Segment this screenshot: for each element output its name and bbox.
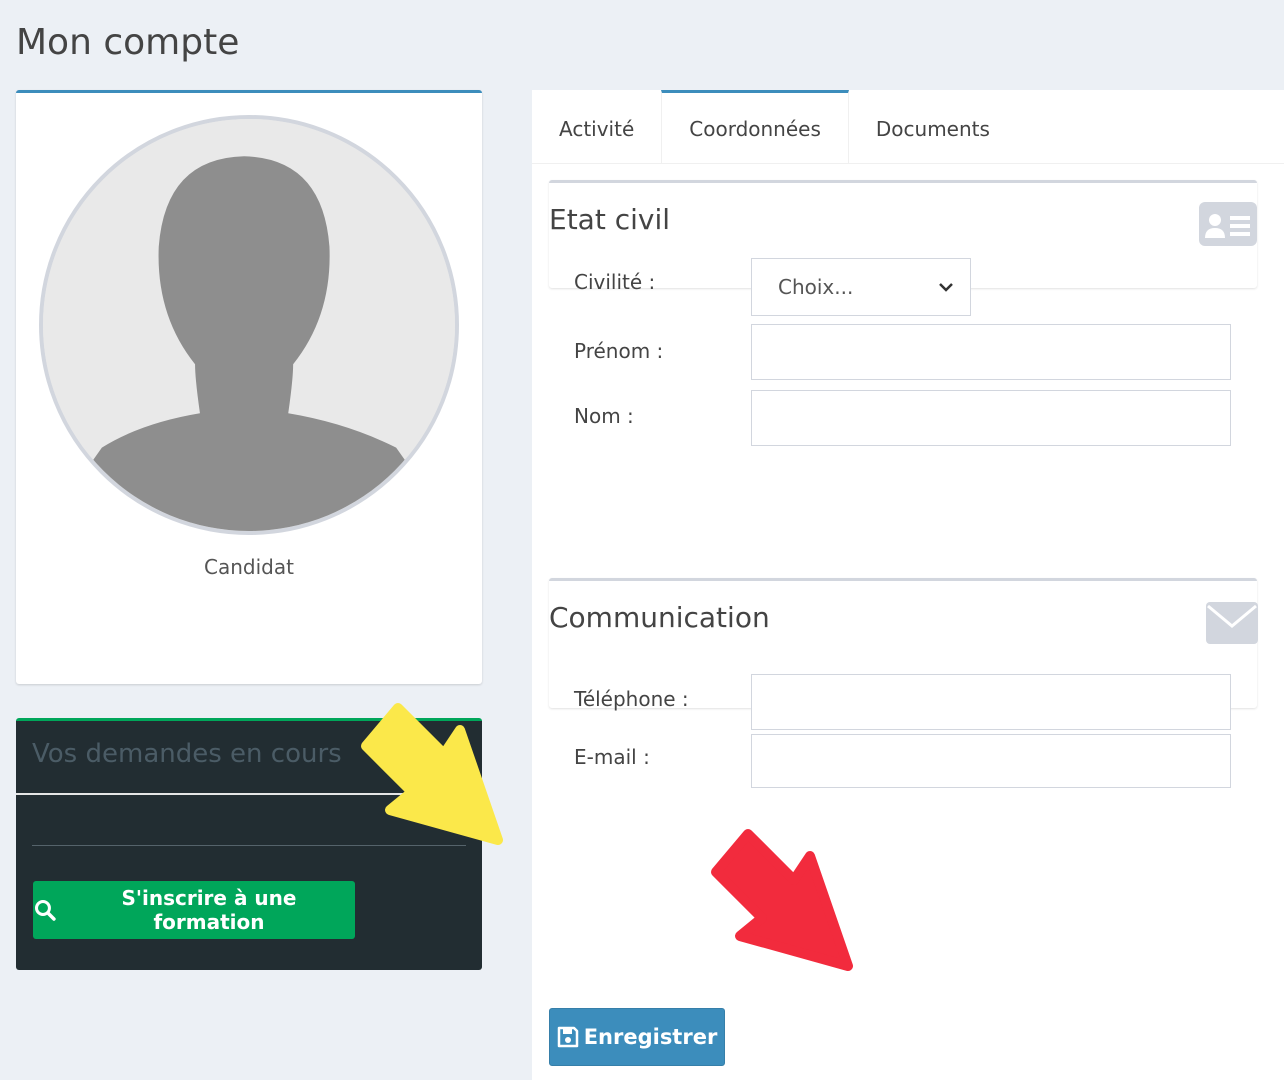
email-input[interactable]	[751, 734, 1231, 788]
tab-coordonnees[interactable]: Coordonnées	[661, 90, 849, 164]
id-card-icon	[1199, 202, 1257, 246]
communication-title: Communication	[549, 601, 770, 634]
profile-card: Candidat	[16, 90, 482, 684]
search-icon	[34, 900, 56, 921]
page-title: Mon compte	[16, 22, 240, 63]
avatar	[39, 115, 459, 535]
etat-civil-title: Etat civil	[549, 203, 671, 236]
chevron-down-icon	[939, 283, 953, 292]
tab-documents[interactable]: Documents	[849, 90, 1017, 164]
enroll-button[interactable]: S'inscrire à une formation	[33, 881, 355, 939]
envelope-icon	[1206, 602, 1258, 644]
requests-title: Vos demandes en cours	[32, 739, 342, 769]
email-label: E-mail :	[574, 745, 650, 769]
nom-label: Nom :	[574, 404, 634, 428]
prenom-input[interactable]	[751, 324, 1231, 380]
tab-bar: Activité Coordonnées Documents	[532, 90, 1284, 164]
yellow-arrow-icon	[361, 703, 503, 845]
prenom-label: Prénom :	[574, 339, 664, 363]
tab-activite[interactable]: Activité	[532, 90, 661, 164]
red-arrow-icon	[711, 829, 853, 971]
civilite-label: Civilité :	[574, 270, 656, 294]
save-button[interactable]: Enregistrer	[549, 1008, 725, 1066]
civilite-select[interactable]: Choix...	[751, 258, 971, 316]
floppy-disk-icon	[557, 1026, 578, 1048]
save-button-label: Enregistrer	[583, 1025, 718, 1049]
civilite-select-value: Choix...	[778, 275, 854, 299]
nom-input[interactable]	[751, 390, 1231, 446]
enroll-button-label: S'inscrire à une formation	[121, 886, 297, 934]
telephone-input[interactable]	[751, 674, 1231, 730]
telephone-label: Téléphone :	[574, 687, 689, 711]
tabs-panel: Activité Coordonnées Documents Etat civi…	[532, 90, 1284, 1080]
profile-role: Candidat	[204, 555, 294, 579]
user-silhouette-icon	[43, 119, 455, 531]
